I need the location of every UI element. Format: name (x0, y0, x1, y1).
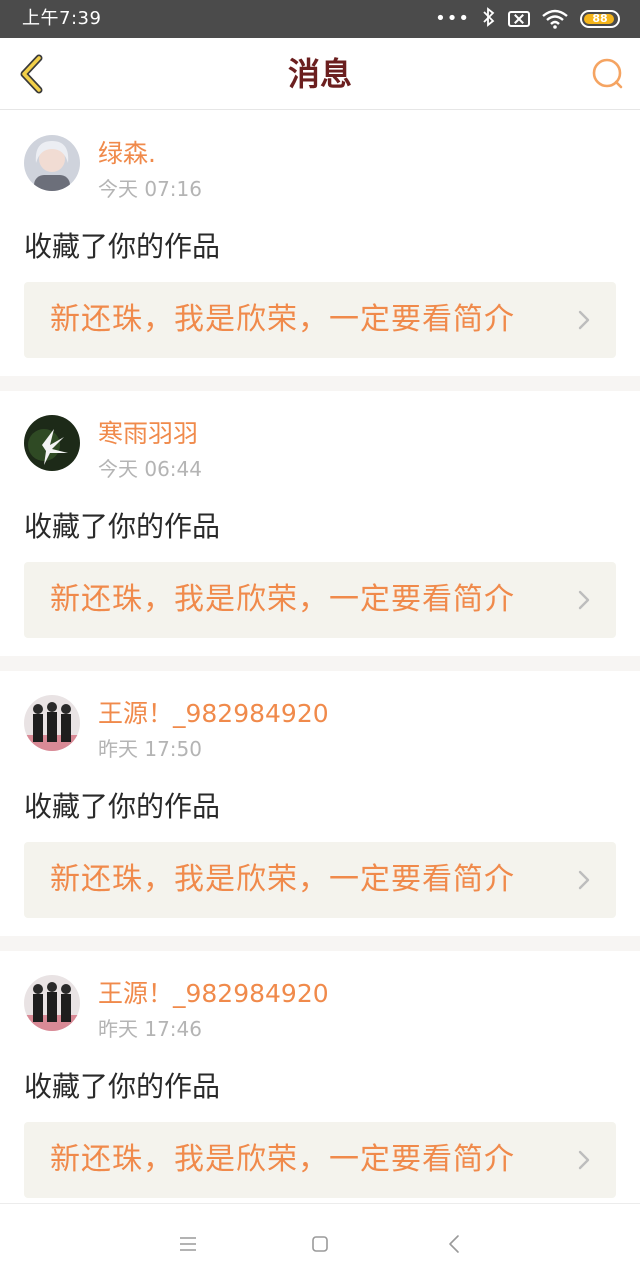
work-title: 新还珠，我是欣荣，一定要看简介 (50, 862, 515, 897)
menu-button[interactable] (170, 1226, 206, 1262)
back-triangle-icon (449, 1235, 459, 1253)
header: 消息 (0, 38, 640, 110)
status-time: 上午7:39 (22, 8, 102, 29)
work-card[interactable]: 新还珠，我是欣荣，一定要看简介 (24, 1122, 616, 1198)
username[interactable]: 王源！_982984920 (98, 699, 329, 729)
status-icons: ••• 88 (435, 7, 620, 31)
timestamp: 今天 06:44 (98, 457, 202, 481)
divider (0, 936, 640, 951)
system-nav-bar (0, 1203, 640, 1280)
action-text: 收藏了你的作品 (24, 230, 221, 263)
work-card[interactable]: 新还珠，我是欣荣，一定要看简介 (24, 842, 616, 918)
username[interactable]: 寒雨羽羽 (98, 419, 198, 449)
avatar[interactable] (24, 135, 80, 191)
bluetooth-icon (482, 7, 496, 31)
system-back-button[interactable] (436, 1226, 472, 1262)
timestamp: 今天 07:16 (98, 177, 202, 201)
message-item: 绿森. 今天 07:16 收藏了你的作品 新还珠，我是欣荣，一定要看简介 (0, 111, 640, 376)
message-list: 绿森. 今天 07:16 收藏了你的作品 新还珠，我是欣荣，一定要看简介 寒雨羽… (0, 111, 640, 1216)
work-card[interactable]: 新还珠，我是欣荣，一定要看简介 (24, 282, 616, 358)
chevron-right-icon (578, 590, 590, 610)
work-title: 新还珠，我是欣荣，一定要看简介 (50, 582, 515, 617)
message-item: 寒雨羽羽 今天 06:44 收藏了你的作品 新还珠，我是欣荣，一定要看简介 (0, 391, 640, 656)
timestamp: 昨天 17:46 (98, 1017, 202, 1041)
search-icon (592, 58, 623, 89)
action-text: 收藏了你的作品 (24, 790, 221, 823)
username[interactable]: 王源！_982984920 (98, 979, 329, 1009)
action-text: 收藏了你的作品 (24, 510, 221, 543)
divider (0, 656, 640, 671)
work-card[interactable]: 新还珠，我是欣荣，一定要看简介 (24, 562, 616, 638)
chevron-right-icon (578, 1150, 590, 1170)
username[interactable]: 绿森. (98, 139, 156, 169)
wifi-icon (542, 9, 568, 29)
work-title: 新还珠，我是欣荣，一定要看简介 (50, 302, 515, 337)
status-bar: 上午7:39 ••• 88 (0, 0, 640, 38)
avatar[interactable] (24, 975, 80, 1031)
battery-icon: 88 (580, 10, 620, 28)
avatar[interactable] (24, 415, 80, 471)
home-button[interactable] (302, 1226, 338, 1262)
search-button[interactable] (590, 56, 626, 92)
chevron-right-icon (578, 310, 590, 330)
action-text: 收藏了你的作品 (24, 1070, 221, 1103)
chevron-right-icon (578, 870, 590, 890)
no-sim-icon (508, 11, 530, 27)
message-item: 王源！_982984920 昨天 17:50 收藏了你的作品 新还珠，我是欣荣，… (0, 671, 640, 936)
work-title: 新还珠，我是欣荣，一定要看简介 (50, 1142, 515, 1177)
page-title: 消息 (287, 55, 352, 93)
avatar[interactable] (24, 695, 80, 751)
timestamp: 昨天 17:50 (98, 737, 202, 761)
dots-icon: ••• (435, 8, 470, 29)
divider (0, 376, 640, 391)
message-item: 王源！_982984920 昨天 17:46 收藏了你的作品 新还珠，我是欣荣，… (0, 951, 640, 1216)
battery-percent: 88 (592, 12, 608, 25)
menu-icon (180, 1237, 196, 1251)
home-square-icon (312, 1236, 328, 1252)
